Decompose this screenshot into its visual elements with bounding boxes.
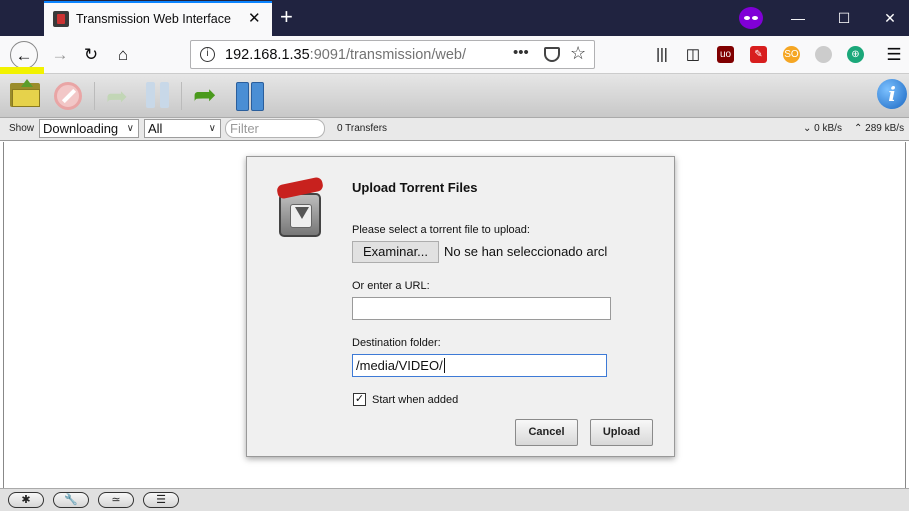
pause-all-icon[interactable] bbox=[236, 82, 264, 111]
forward-button[interactable]: → bbox=[46, 41, 74, 69]
extension-so-icon[interactable]: SO bbox=[783, 46, 800, 63]
resume-all-icon[interactable]: ➦ bbox=[193, 81, 225, 114]
start-when-added-checkbox[interactable]: ✓ bbox=[353, 393, 366, 406]
page-actions-button[interactable]: ••• bbox=[513, 44, 529, 61]
download-speed: ⌄ 0 kB/s bbox=[803, 123, 842, 134]
pause-torrent-icon[interactable] bbox=[146, 82, 170, 108]
bookmark-star-icon[interactable]: ☆ bbox=[570, 43, 586, 64]
transmission-favicon-icon bbox=[53, 11, 69, 27]
sort-menu-icon[interactable]: ☰ bbox=[143, 492, 179, 508]
chevron-down-icon: ∨ bbox=[126, 123, 134, 134]
transmission-toolbar: ➦ ➦ i bbox=[0, 74, 909, 118]
menu-button[interactable]: ☰ bbox=[880, 41, 908, 69]
extension-green-icon[interactable]: ⊕ bbox=[847, 46, 864, 63]
extension-red-icon[interactable]: ✎ bbox=[750, 46, 767, 63]
browser-navbar: ← → ↻ ⌂ i 192.168.1.35:9091/transmission… bbox=[0, 36, 909, 74]
maximize-button[interactable]: ☐ bbox=[821, 0, 867, 36]
site-info-icon[interactable]: i bbox=[200, 47, 215, 62]
sidebar-icon[interactable]: ◫ bbox=[679, 41, 707, 69]
tab-title: Transmission Web Interface bbox=[76, 12, 231, 26]
url-bar[interactable]: i 192.168.1.35:9091/transmission/web/ ••… bbox=[190, 40, 595, 69]
preferences-wrench-icon[interactable]: 🔧 bbox=[53, 492, 89, 508]
dialog-title: Upload Torrent Files bbox=[352, 180, 478, 195]
tracker-filter-select[interactable]: All ∨ bbox=[144, 119, 221, 138]
resume-torrent-icon[interactable]: ➦ bbox=[106, 83, 138, 115]
reload-button[interactable]: ↻ bbox=[77, 41, 105, 69]
show-label: Show bbox=[9, 123, 35, 134]
no-file-text: No se han seleccionado arcl bbox=[444, 244, 608, 259]
browser-titlebar: Transmission Web Interface ✕ + — ☐ ✕ bbox=[0, 0, 909, 36]
private-browsing-mask-icon bbox=[739, 7, 763, 29]
settings-gear-icon[interactable]: ✱ bbox=[8, 492, 44, 508]
filter-input[interactable]: Filter bbox=[225, 119, 325, 138]
inspector-info-icon[interactable]: i bbox=[877, 79, 907, 109]
filter-bar: Show Downloading ∨ All ∨ Filter 0 Transfer… bbox=[0, 118, 909, 141]
upload-dialog: Upload Torrent Files Please select a tor… bbox=[246, 156, 675, 457]
ublock-extension-icon[interactable]: uo bbox=[717, 46, 734, 63]
url-text: 192.168.1.35:9091/transmission/web/ bbox=[225, 47, 467, 63]
tab-close-icon[interactable]: ✕ bbox=[248, 10, 261, 28]
library-icon[interactable]: ||| bbox=[648, 41, 676, 69]
bottom-bar: ✱ 🔧 ≃ ☰ bbox=[0, 488, 909, 511]
minimize-button[interactable]: — bbox=[775, 0, 821, 36]
transfer-count: 0 Transfers bbox=[337, 123, 388, 134]
extension-grey-icon[interactable] bbox=[815, 46, 832, 63]
toolbar-divider bbox=[181, 82, 182, 110]
start-when-added-label: Start when added bbox=[372, 394, 459, 406]
remove-torrent-icon[interactable] bbox=[54, 82, 82, 110]
browser-tab[interactable]: Transmission Web Interface ✕ bbox=[44, 1, 272, 36]
transmission-logo-icon bbox=[273, 176, 327, 241]
upload-button[interactable]: Upload bbox=[590, 419, 653, 446]
toolbar-divider bbox=[94, 82, 95, 110]
destination-label: Destination folder: bbox=[352, 337, 441, 349]
close-window-button[interactable]: ✕ bbox=[867, 0, 909, 36]
turtle-mode-icon[interactable]: ≃ bbox=[98, 492, 134, 508]
pocket-icon[interactable] bbox=[544, 47, 560, 62]
url-input[interactable] bbox=[352, 297, 611, 320]
cancel-button[interactable]: Cancel bbox=[515, 419, 578, 446]
back-button[interactable]: ← bbox=[10, 41, 38, 69]
chevron-down-icon: ∨ bbox=[208, 123, 216, 134]
upload-speed: ⌃ 289 kB/s bbox=[854, 123, 905, 134]
state-filter-select[interactable]: Downloading ∨ bbox=[39, 119, 139, 138]
home-button[interactable]: ⌂ bbox=[109, 41, 137, 69]
browse-button[interactable]: Examinar... bbox=[352, 241, 439, 263]
url-label: Or enter a URL: bbox=[352, 280, 430, 292]
destination-folder-input[interactable]: /media/VIDEO/ bbox=[352, 354, 607, 377]
select-file-label: Please select a torrent file to upload: bbox=[352, 224, 530, 236]
new-tab-button[interactable]: + bbox=[280, 5, 293, 29]
